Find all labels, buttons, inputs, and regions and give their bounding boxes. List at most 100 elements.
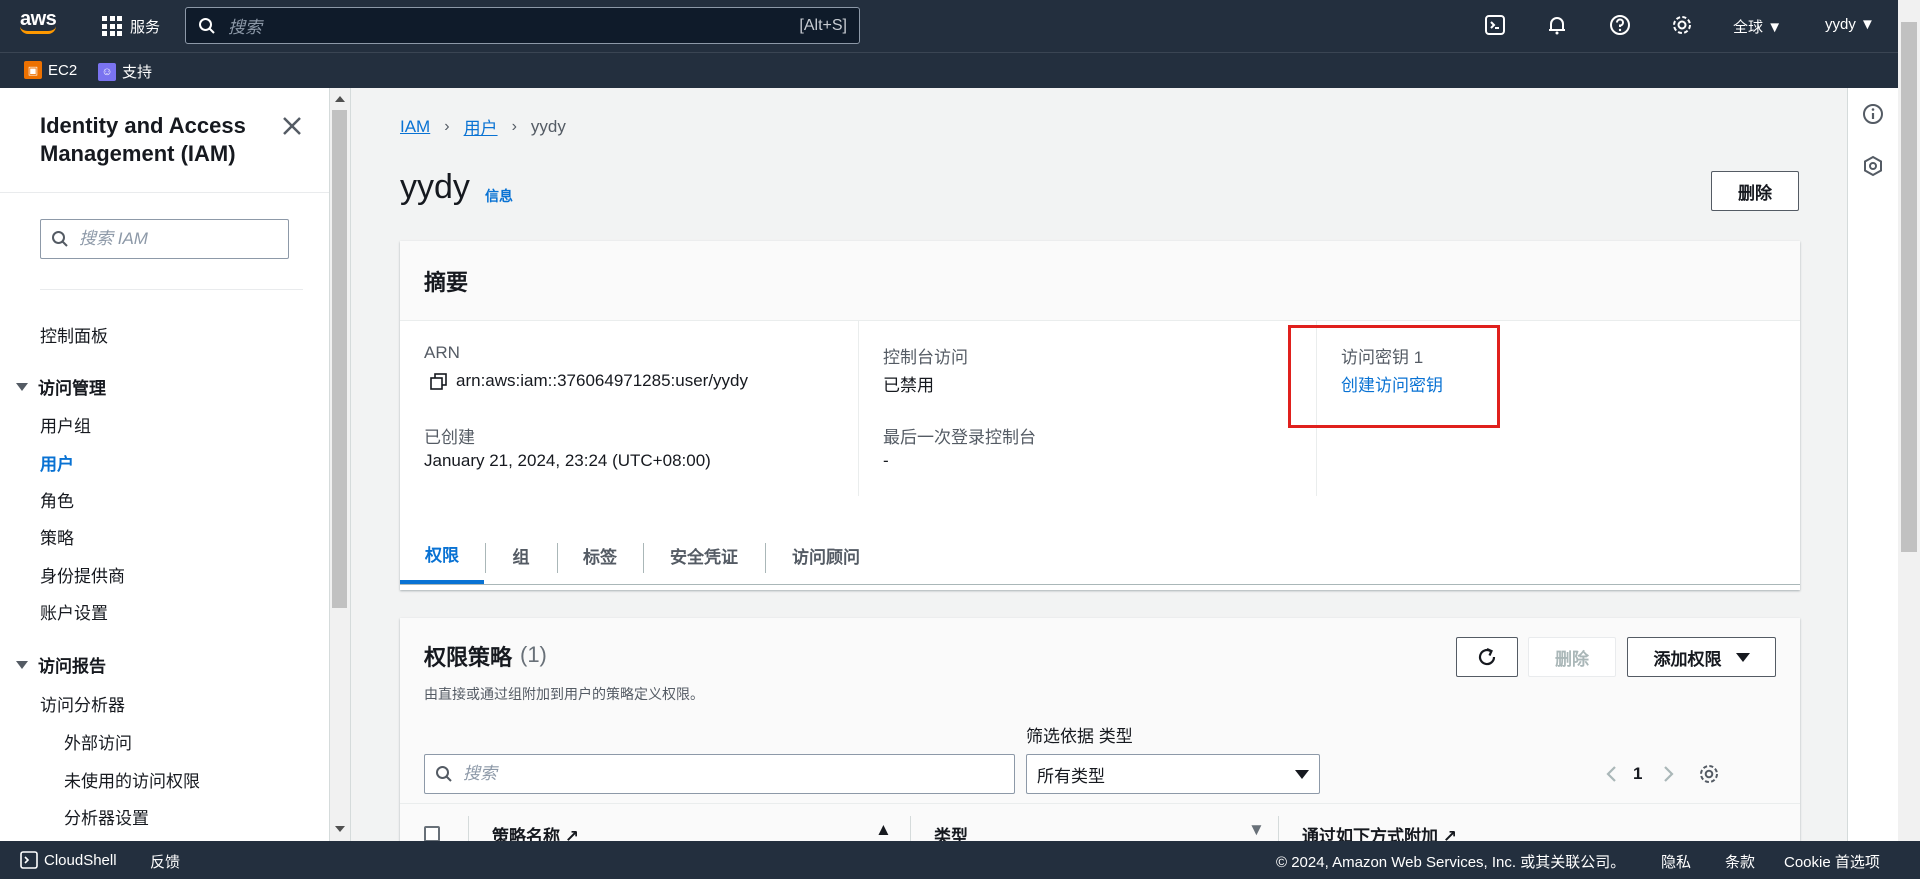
permissions-count: (1) — [520, 642, 547, 667]
policies-table-header: 策略名称 ↗ ▲ 类型 ▼ 通过如下方式附加 ↗ — [400, 803, 1800, 841]
column-label: 通过如下方式附加 — [1302, 827, 1438, 841]
divider — [40, 289, 303, 290]
section-label: 访问管理 — [38, 379, 106, 398]
search-icon — [199, 17, 215, 34]
notifications-bell-icon[interactable] — [1545, 13, 1569, 37]
sort-icon[interactable]: ▼ — [1248, 820, 1265, 840]
tab-tags[interactable]: 标签 — [558, 526, 642, 584]
sidebar-item-dashboard[interactable]: 控制面板 — [40, 322, 108, 347]
tab-security-credentials[interactable]: 安全凭证 — [644, 526, 764, 584]
sidebar-item-user-groups[interactable]: 用户组 — [40, 412, 91, 437]
sidebar-item-account-settings[interactable]: 账户设置 — [40, 599, 108, 624]
column-type[interactable]: 类型 — [934, 822, 968, 841]
page-scrollbar[interactable] — [1898, 0, 1920, 841]
tab-access-advisor[interactable]: 访问顾问 — [766, 526, 886, 584]
scroll-up-arrow-icon[interactable] — [335, 96, 345, 102]
privacy-link[interactable]: 隐私 — [1661, 851, 1691, 872]
sidebar-item-access-analyzer[interactable]: 访问分析器 — [40, 691, 125, 716]
page-title: yydy — [400, 168, 470, 206]
tab-permissions[interactable]: 权限 — [400, 526, 484, 584]
favorite-ec2[interactable]: ▣ EC2 — [24, 61, 77, 79]
help-icon[interactable] — [1608, 13, 1632, 37]
main-content: IAM › 用户 › yydy yydy 信息 删除 摘要 ARN arn:aw… — [351, 88, 1847, 841]
arn-label: ARN — [424, 343, 460, 362]
summary-title: 摘要 — [424, 270, 469, 295]
column-separator — [468, 816, 469, 841]
cookie-preferences-link[interactable]: Cookie 首选项 — [1784, 851, 1880, 872]
page-number[interactable]: 1 — [1633, 764, 1642, 784]
scroll-down-arrow-icon[interactable] — [335, 826, 345, 832]
add-permissions-button[interactable]: 添加权限 — [1627, 637, 1776, 677]
breadcrumb-users[interactable]: 用户 — [464, 114, 498, 139]
add-permissions-label: 添加权限 — [1653, 649, 1722, 669]
chevron-right-icon[interactable] — [1658, 764, 1678, 784]
chevron-left-icon[interactable] — [1602, 764, 1622, 784]
policy-search-input[interactable] — [463, 764, 1003, 784]
terms-link[interactable]: 条款 — [1725, 851, 1755, 872]
permissions-policies-panel: 权限策略 (1) 由直接或通过组附加到用户的策略定义权限。 删除 添加权限 筛选… — [400, 618, 1800, 841]
divider — [0, 192, 329, 193]
highlight-annotation — [1288, 325, 1500, 428]
column-policy-name[interactable]: 策略名称 ↗ — [492, 822, 579, 841]
column-attached-via[interactable]: 通过如下方式附加 ↗ — [1302, 822, 1457, 841]
section-label: 访问报告 — [38, 657, 106, 676]
region-selector[interactable]: 全球 ▼ — [1733, 16, 1782, 37]
services-menu-button[interactable]: 服务 — [102, 14, 160, 38]
ec2-icon: ▣ — [24, 61, 42, 79]
permissions-description: 由直接或通过组附加到用户的策略定义权限。 — [424, 686, 704, 702]
close-icon[interactable] — [280, 114, 304, 138]
settings-gear-icon[interactable] — [1698, 763, 1720, 785]
chevron-down-icon: ▼ — [1767, 19, 1783, 36]
policy-search-field[interactable] — [424, 754, 1015, 794]
sidebar-section-access-management[interactable]: 访问管理 — [16, 374, 106, 399]
refresh-button[interactable] — [1456, 637, 1518, 677]
breadcrumb-iam[interactable]: IAM — [400, 117, 430, 137]
tab-bar: 权限 组 标签 安全凭证 访问顾问 — [400, 526, 1800, 585]
global-search-input[interactable]: 搜索 [Alt+S] — [185, 7, 860, 44]
copy-icon[interactable] — [430, 373, 448, 391]
cloudshell-button[interactable]: CloudShell — [20, 851, 117, 869]
account-menu[interactable]: yydy ▼ — [1825, 16, 1875, 33]
external-link-icon: ↗ — [1442, 827, 1457, 841]
sort-ascending-icon[interactable]: ▲ — [875, 820, 892, 840]
right-tools-rail — [1847, 88, 1898, 841]
sidebar-item-unused-access[interactable]: 未使用的访问权限 — [64, 767, 200, 792]
delete-user-button[interactable]: 删除 — [1711, 171, 1799, 211]
favorites-bar: ▣ EC2 ☺ 支持 — [0, 52, 1920, 88]
sidebar-item-policies[interactable]: 策略 — [40, 524, 74, 549]
cloudshell-label: CloudShell — [44, 851, 117, 869]
info-icon[interactable] — [1861, 102, 1885, 126]
permissions-title: 权限策略 — [424, 645, 513, 670]
sidebar-search-input[interactable] — [79, 229, 269, 249]
type-filter-select[interactable]: 所有类型 — [1026, 754, 1320, 794]
sidebar-item-analyzer-settings[interactable]: 分析器设置 — [64, 804, 149, 829]
sidebar-item-external-access[interactable]: 外部访问 — [64, 729, 132, 754]
caret-down-icon — [16, 660, 28, 669]
settings-gear-icon[interactable] — [1670, 13, 1694, 37]
sidebar-item-roles[interactable]: 角色 — [40, 487, 74, 512]
feedback-link[interactable]: 反馈 — [150, 851, 180, 872]
summary-column-2: 控制台访问 已禁用 最后一次登录控制台 - — [858, 321, 1316, 496]
sidebar-item-identity-providers[interactable]: 身份提供商 — [40, 562, 125, 587]
sidebar-scrollbar[interactable] — [330, 88, 351, 841]
aws-logo-text: aws — [20, 8, 57, 30]
favorite-support[interactable]: ☺ 支持 — [98, 61, 152, 82]
scrollbar-thumb[interactable] — [1901, 22, 1917, 552]
aws-logo[interactable]: aws — [20, 9, 64, 43]
select-all-checkbox[interactable] — [424, 826, 440, 841]
caret-down-icon — [16, 382, 28, 391]
search-placeholder: 搜索 — [228, 18, 262, 37]
delete-policy-button[interactable]: 删除 — [1528, 637, 1616, 677]
sidebar-section-access-reports[interactable]: 访问报告 — [16, 652, 106, 677]
type-select-value: 所有类型 — [1037, 766, 1105, 786]
cloudshell-icon[interactable] — [1483, 13, 1507, 37]
caret-down-icon — [1295, 769, 1309, 779]
sidebar-item-users[interactable]: 用户 — [40, 450, 74, 475]
tab-groups[interactable]: 组 — [486, 526, 556, 584]
sidebar-search-field[interactable] — [40, 219, 289, 259]
info-link[interactable]: 信息 — [485, 186, 513, 206]
search-icon — [52, 231, 68, 247]
feedback-hexagon-icon[interactable] — [1861, 154, 1885, 178]
created-value: January 21, 2024, 23:24 (UTC+08:00) — [424, 451, 711, 470]
scrollbar-thumb[interactable] — [332, 110, 347, 608]
